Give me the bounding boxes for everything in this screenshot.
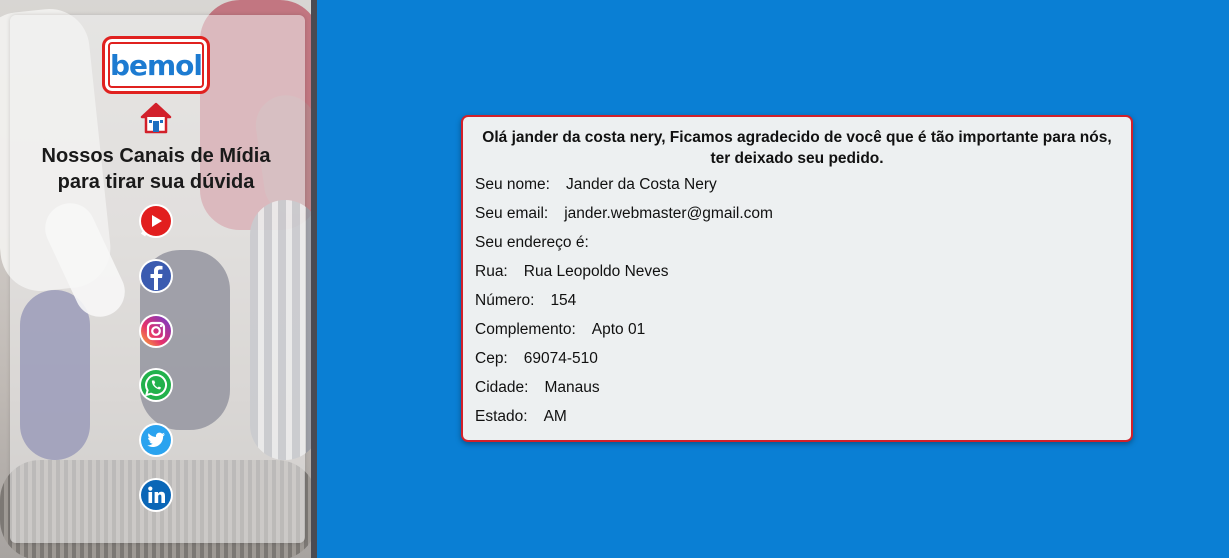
number-label: Número:	[475, 292, 535, 309]
logo-text: bemol	[109, 48, 203, 82]
email-value: jander.webmaster@gmail.com	[564, 205, 773, 222]
order-confirmation-card: Olá jander da costa nery, Ficamos agrade…	[461, 115, 1133, 442]
number-row: Número: 154	[475, 286, 1119, 315]
address-label: Seu endereço é:	[475, 234, 589, 251]
greeting-line: ter deixado seu pedido.	[710, 150, 884, 167]
street-value: Rua Leopoldo Neves	[523, 263, 669, 280]
home-icon[interactable]	[140, 102, 172, 134]
street-label: Rua:	[475, 263, 508, 280]
state-label: Estado:	[475, 408, 528, 425]
whatsapp-icon[interactable]	[137, 366, 175, 404]
number-value: 154	[550, 292, 577, 309]
name-label: Seu nome:	[475, 176, 550, 193]
email-label: Seu email:	[475, 205, 549, 222]
bemol-logo[interactable]: bemol	[102, 36, 210, 94]
address-heading-row: Seu endereço é:	[475, 228, 1119, 257]
youtube-icon[interactable]	[137, 202, 175, 240]
facebook-icon[interactable]	[137, 257, 175, 295]
cep-value: 69074-510	[523, 350, 598, 367]
complement-label: Complemento:	[475, 321, 576, 338]
greeting-line: Olá jander da costa nery, Ficamos agrade…	[482, 129, 1112, 146]
channels-title-line: Nossos Canais de Mídia	[41, 145, 271, 167]
city-value: Manaus	[544, 379, 600, 396]
street-row: Rua: Rua Leopoldo Neves	[475, 257, 1119, 286]
greeting-message: Olá jander da costa nery, Ficamos agrade…	[475, 127, 1119, 169]
complement-value: Apto 01	[591, 321, 646, 338]
city-row: Cidade: Manaus	[475, 373, 1119, 402]
name-row: Seu nome: Jander da Costa Nery	[475, 170, 1119, 199]
instagram-icon[interactable]	[137, 312, 175, 350]
channels-title-line: para tirar sua dúvida	[57, 171, 255, 193]
channels-title: Nossos Canais de Mídia para tirar sua dú…	[10, 143, 302, 195]
linkedin-icon[interactable]	[137, 476, 175, 514]
sidebar-edge	[311, 0, 317, 558]
twitter-icon[interactable]	[137, 421, 175, 459]
complement-row: Complemento: Apto 01	[475, 315, 1119, 344]
name-value: Jander da Costa Nery	[565, 176, 717, 193]
email-row: Seu email: jander.webmaster@gmail.com	[475, 199, 1119, 228]
state-value: AM	[543, 408, 567, 425]
state-row: Estado: AM	[475, 402, 1119, 431]
city-label: Cidade:	[475, 379, 529, 396]
cep-label: Cep:	[475, 350, 508, 367]
cep-row: Cep: 69074-510	[475, 344, 1119, 373]
